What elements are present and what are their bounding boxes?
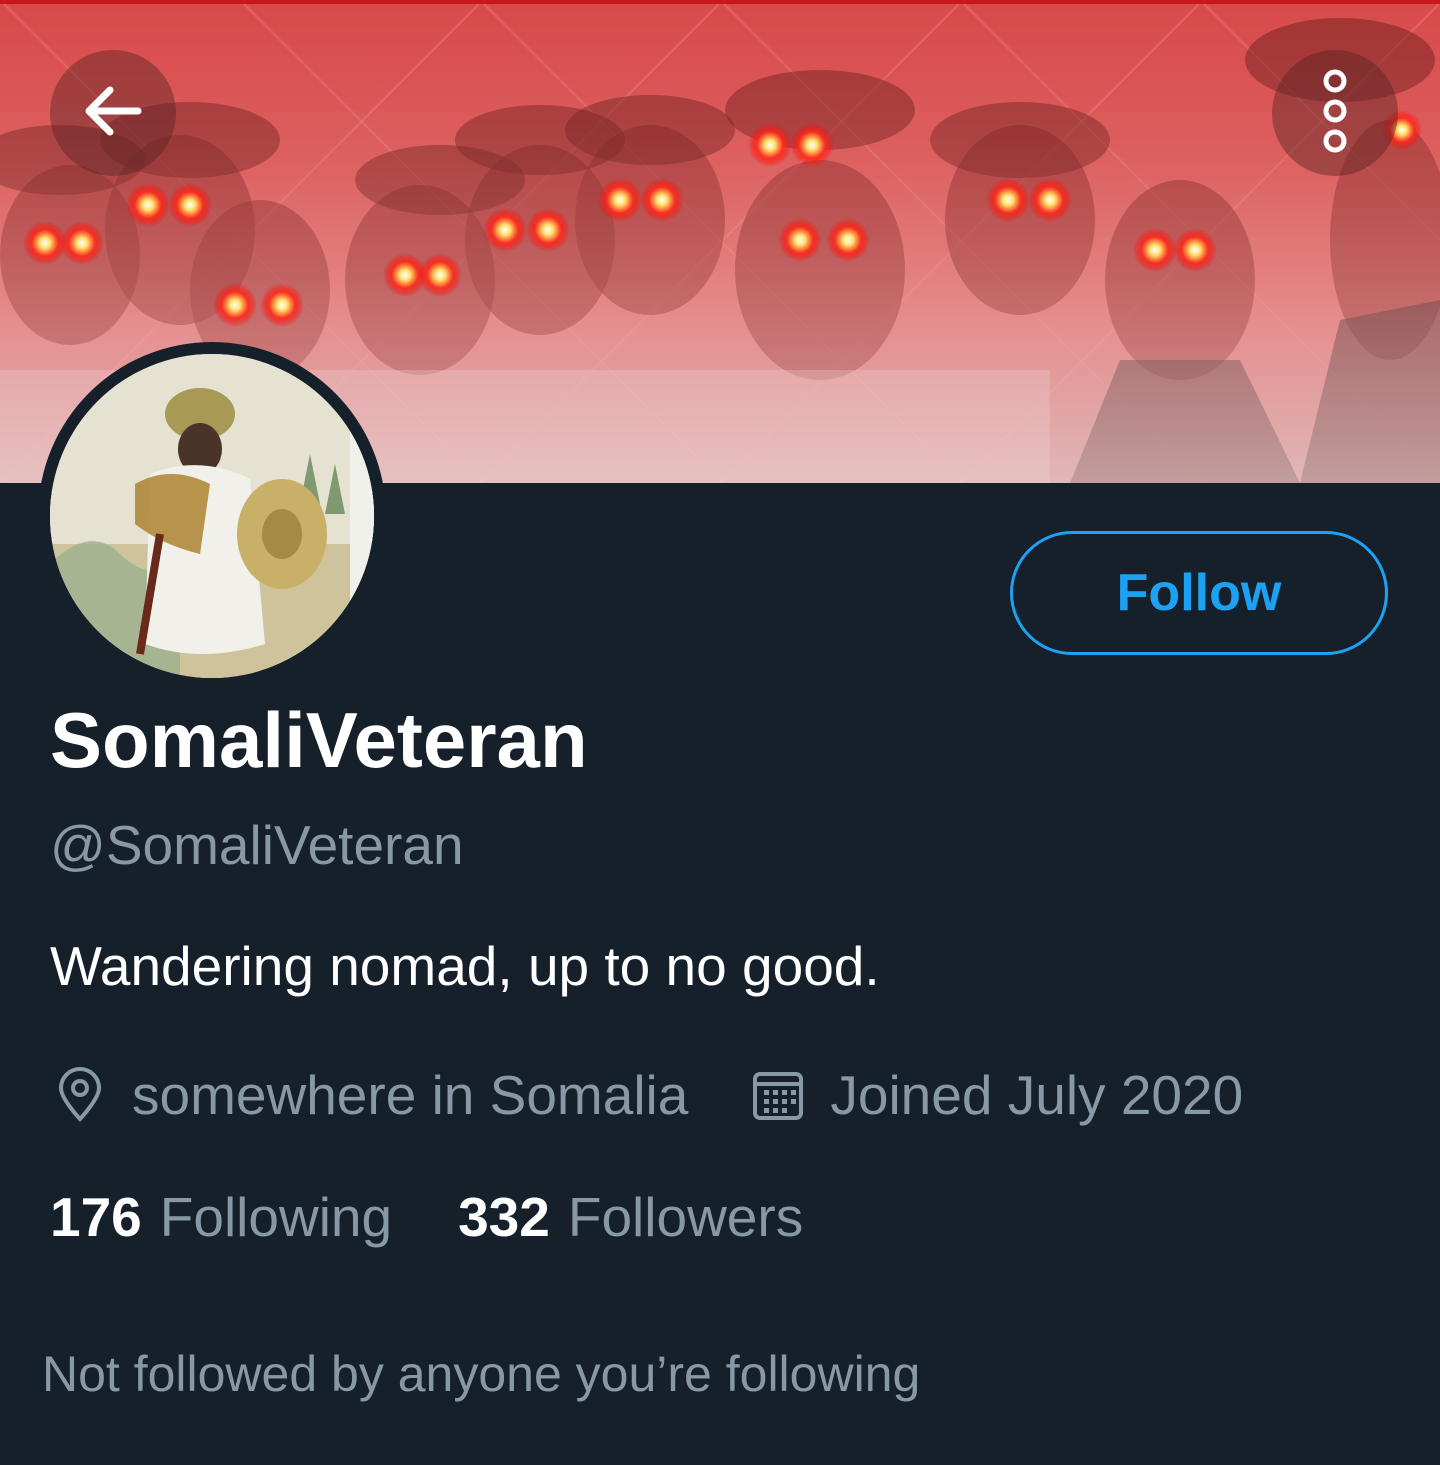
following-stat[interactable]: 176 Following	[50, 1185, 392, 1249]
joined-text: Joined July 2020	[830, 1064, 1244, 1126]
not-followed-notice: Not followed by anyone you’re following	[42, 1346, 921, 1402]
avatar-image	[50, 354, 374, 678]
location-item: somewhere in Somalia	[50, 1063, 688, 1127]
joined-item: Joined July 2020	[748, 1063, 1243, 1127]
profile-meta: somewhere in Somalia Joined July 2020	[50, 1060, 1243, 1130]
followers-stat[interactable]: 332 Followers	[458, 1185, 803, 1249]
location-pin-icon	[50, 1065, 110, 1125]
more-options-button[interactable]	[1272, 50, 1398, 176]
user-handle: @SomaliVeteran	[50, 814, 464, 876]
calendar-icon	[748, 1065, 808, 1125]
bio: Wandering nomad, up to no good.	[50, 935, 880, 997]
top-accent-line	[0, 0, 1440, 4]
followers-label: Followers	[567, 1186, 804, 1248]
display-name: SomaliVeteran	[50, 696, 588, 784]
follow-stats: 176 Following 332 Followers	[50, 1185, 803, 1249]
follow-button[interactable]: Follow	[1010, 531, 1388, 655]
location-text: somewhere in Somalia	[132, 1064, 689, 1126]
more-vertical-icon	[1315, 66, 1355, 161]
following-label: Following	[159, 1186, 393, 1248]
arrow-left-icon	[78, 76, 148, 151]
back-button[interactable]	[50, 50, 176, 176]
followers-count: 332	[458, 1186, 550, 1248]
avatar[interactable]	[50, 354, 374, 678]
following-count: 176	[50, 1186, 142, 1248]
